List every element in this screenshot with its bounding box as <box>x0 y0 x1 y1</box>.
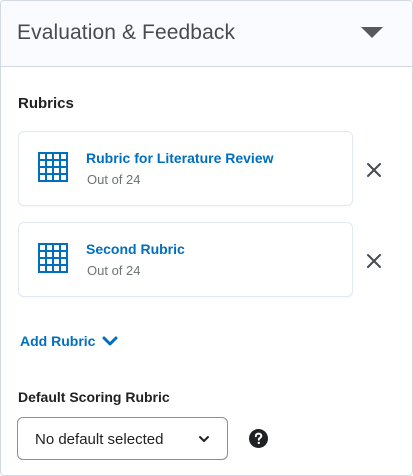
select-value: No default selected <box>35 431 164 448</box>
caret-down-icon[interactable] <box>361 27 383 38</box>
grid-icon <box>38 152 68 182</box>
evaluation-feedback-panel: Evaluation & Feedback Rubrics Rubric for… <box>0 0 413 476</box>
close-icon[interactable] <box>364 160 384 180</box>
rubrics-label: Rubrics <box>18 95 74 112</box>
add-rubric-label: Add Rubric <box>20 333 96 349</box>
help-icon[interactable] <box>249 429 268 448</box>
chevron-down-icon <box>199 436 209 442</box>
default-scoring-label: Default Scoring Rubric <box>18 389 170 405</box>
rubric-card: Rubric for Literature Review Out of 24 <box>18 131 353 206</box>
close-icon[interactable] <box>364 251 384 271</box>
rubric-score: Out of 24 <box>87 172 141 187</box>
rubric-card: Second Rubric Out of 24 <box>18 222 353 297</box>
rubric-score: Out of 24 <box>87 263 141 278</box>
panel-header[interactable]: Evaluation & Feedback <box>1 1 412 67</box>
add-rubric-button[interactable]: Add Rubric <box>20 333 118 349</box>
panel-title: Evaluation & Feedback <box>17 21 236 44</box>
rubric-name-link[interactable]: Rubric for Literature Review <box>86 150 274 166</box>
default-scoring-select[interactable]: No default selected <box>17 417 228 460</box>
grid-icon <box>38 243 68 273</box>
chevron-down-icon <box>102 336 118 346</box>
rubric-name-link[interactable]: Second Rubric <box>86 241 185 257</box>
